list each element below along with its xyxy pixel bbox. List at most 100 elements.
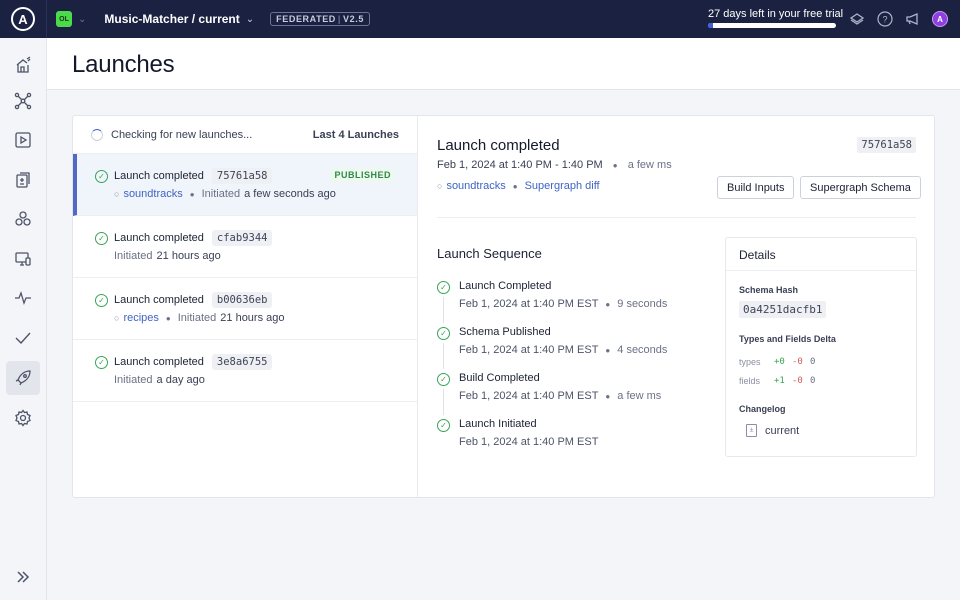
step-timestamp: Feb 1, 2024 at 1:40 PM EST [459, 390, 599, 402]
detail-title: Launch completed [437, 137, 560, 154]
launch-list-item[interactable]: ✓ Launch completed cfab9344 Initiated 21… [73, 216, 417, 278]
chevron-down-icon: ⌄ [245, 13, 255, 25]
time-range: Feb 1, 2024 at 1:40 PM - 1:40 PM [437, 159, 603, 171]
subgraph-link[interactable]: soundtracks [123, 188, 182, 200]
delta-removed: -0 [792, 376, 803, 386]
trial-progress-bar [708, 23, 836, 28]
details-title: Details [726, 238, 916, 271]
delta-key: fields [739, 376, 761, 386]
initiated-label: Initiated [177, 312, 217, 324]
launch-sequence-title: Launch Sequence [437, 246, 542, 261]
divider [437, 217, 916, 218]
sidebar-item-home[interactable] [6, 48, 40, 82]
launch-list-item[interactable]: ✓ Launch completed 75761a58 PUBLISHED ○ … [73, 154, 417, 216]
graph-switcher[interactable]: Music-Matcher / current ⌄ [104, 12, 254, 26]
help-icon[interactable]: ? [876, 10, 894, 28]
launch-list: Checking for new launches... Last 4 Laun… [73, 116, 418, 497]
sidebar-item-checks[interactable] [6, 321, 40, 355]
logo-cell[interactable]: A [0, 0, 47, 38]
step-timestamp: Feb 1, 2024 at 1:40 PM EST [459, 344, 599, 356]
check-circle-icon: ✓ [95, 231, 108, 245]
duration: a few ms [627, 159, 672, 171]
sidebar-item-subgraphs[interactable] [6, 202, 40, 236]
sidebar [0, 38, 47, 600]
separator-dot: ● [605, 392, 611, 401]
checking-status: Checking for new launches... [111, 128, 253, 141]
trial-text: 27 days left in your free trial [708, 8, 844, 20]
top-bar: A OL ⌄ Music-Matcher / current ⌄ FEDERAT… [0, 0, 960, 38]
gear-icon [15, 409, 31, 427]
subgraph-icon: ○ [114, 313, 120, 323]
sidebar-item-insights[interactable] [6, 281, 40, 315]
sidebar-item-launches[interactable] [6, 361, 40, 395]
separator-dot: ● [605, 346, 611, 355]
avatar[interactable]: A [932, 11, 948, 27]
sidebar-item-explorer[interactable] [6, 123, 40, 157]
check-circle-icon: ✓ [95, 293, 108, 307]
step-time: Feb 1, 2024 at 1:40 PM EST [459, 436, 598, 448]
subgraph-link[interactable]: soundtracks [446, 180, 505, 192]
changelog-item: current [765, 424, 800, 437]
diff-icon [16, 172, 30, 188]
sequence-step: ✓ Launch Completed Feb 1, 2024 at 1:40 P… [437, 280, 697, 326]
sidebar-item-clients[interactable] [6, 242, 40, 276]
subgraph-link[interactable]: recipes [123, 312, 158, 324]
build-inputs-button[interactable]: Build Inputs [717, 176, 795, 199]
org-chevron-down-icon[interactable]: ⌄ [78, 14, 86, 25]
badge-type: FEDERATED [276, 14, 336, 24]
timeline-line [443, 297, 444, 323]
initiated-time: a day ago [156, 374, 205, 386]
published-badge: PUBLISHED [330, 168, 395, 182]
graph-nodes-icon [14, 92, 32, 110]
step-name: Build Completed [459, 372, 540, 384]
launch-hash: b00636eb [211, 292, 273, 308]
initiated-label: Initiated [201, 188, 241, 200]
devices-icon [15, 252, 31, 266]
launch-status: Launch completed [114, 356, 204, 368]
check-circle-icon: ✓ [437, 327, 450, 340]
launch-hash: 75761a58 [211, 168, 273, 184]
step-duration: a few ms [617, 390, 662, 402]
step-name: Launch Completed [459, 280, 552, 292]
sidebar-item-settings[interactable] [6, 401, 40, 435]
initiated-time: 21 hours ago [156, 250, 221, 262]
changelog-label: Changelog [739, 404, 786, 414]
sequence-step: ✓ Schema Published Feb 1, 2024 at 1:40 P… [437, 326, 697, 372]
schema-hash-label: Schema Hash [739, 285, 799, 295]
timeline-line [443, 343, 444, 369]
apollo-logo-icon[interactable]: A [11, 7, 35, 31]
sidebar-item-schema[interactable] [6, 84, 40, 118]
sidebar-expand-button[interactable] [6, 560, 40, 594]
page-title: Launches [72, 51, 175, 78]
house-icon [16, 56, 31, 73]
separator-dot: ● [165, 313, 171, 323]
step-name: Launch Initiated [459, 418, 537, 430]
check-circle-icon: ✓ [95, 355, 108, 369]
graph-name: Music-Matcher / current [104, 12, 240, 26]
launch-list-item[interactable]: ✓ Launch completed b00636eb ○ recipes ● … [73, 278, 417, 340]
diff-doc-icon: ± [746, 424, 757, 437]
delta-key: types [739, 357, 761, 367]
delta-total: 0 [810, 357, 816, 367]
checkmark-icon [15, 332, 31, 345]
double-chevron-right-icon [17, 571, 30, 583]
schema-hash: 0a4251dacfb1 [739, 301, 827, 318]
play-icon [15, 132, 31, 148]
detail-time: Feb 1, 2024 at 1:40 PM - 1:40 PM ● a few… [437, 159, 672, 171]
sidebar-item-changelog[interactable] [6, 163, 40, 197]
launch-list-item[interactable]: ✓ Launch completed 3e8a6755 Initiated a … [73, 340, 417, 402]
details-panel: Details Schema Hash 0a4251dacfb1 Types a… [725, 237, 917, 457]
step-timestamp: Feb 1, 2024 at 1:40 PM EST [459, 436, 599, 448]
step-time: Feb 1, 2024 at 1:40 PM EST ● 4 seconds [459, 344, 667, 356]
sequence-step: ✓ Launch Initiated Feb 1, 2024 at 1:40 P… [437, 418, 697, 464]
changelog-link[interactable]: ± current [746, 424, 799, 437]
trial-indicator[interactable]: 27 days left in your free trial [708, 8, 844, 28]
delta-added: +0 [774, 357, 785, 367]
check-circle-icon: ✓ [437, 281, 450, 294]
supergraph-schema-button[interactable]: Supergraph Schema [800, 176, 921, 199]
announcements-icon[interactable] [904, 10, 922, 28]
launch-status: Launch completed [114, 232, 204, 244]
org-badge[interactable]: OL [56, 11, 72, 27]
graph-layers-icon[interactable] [848, 10, 866, 28]
supergraph-diff-link[interactable]: Supergraph diff [525, 180, 600, 192]
